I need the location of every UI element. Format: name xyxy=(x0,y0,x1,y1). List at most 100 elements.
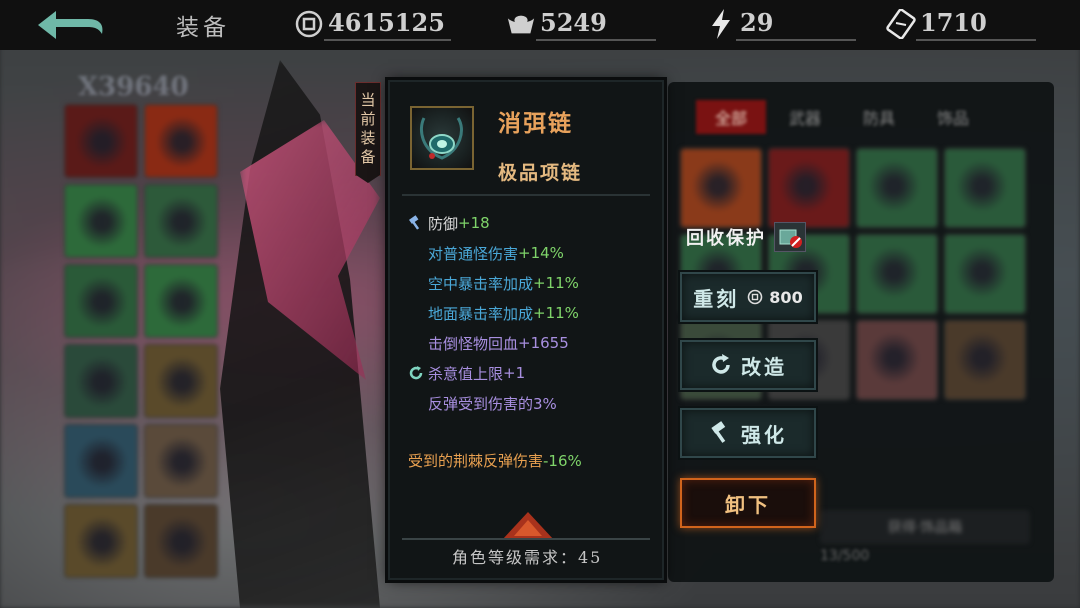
reforge-label: 重刻 xyxy=(693,286,740,311)
recycle-protect: 回收保护 xyxy=(686,222,806,252)
ingot-icon xyxy=(506,9,536,39)
necklace-icon xyxy=(410,106,474,170)
item-slot[interactable] xyxy=(944,320,1026,400)
lightning-icon xyxy=(706,9,736,39)
stat-row: 防御 +18 xyxy=(406,208,656,238)
inventory-count: X39640 xyxy=(78,72,189,102)
inventory-slot[interactable] xyxy=(64,264,138,338)
item-stats: 防御 +18 对普通怪伤害 +14% 空中暴击率加成 +11% 地面暴击率加成 … xyxy=(406,208,656,418)
level-requirement: 角色等级需求：45 xyxy=(452,548,603,567)
remake-button[interactable]: 改造 xyxy=(680,340,816,390)
stat-value: +11% xyxy=(533,304,579,322)
ingot-resource: 5249 xyxy=(506,6,656,42)
stat-label: 防御 xyxy=(428,214,459,233)
item-slot[interactable] xyxy=(856,148,938,228)
divider xyxy=(402,194,650,196)
reforge-cost: 800 xyxy=(747,287,803,307)
tab-armor[interactable]: 防具 xyxy=(844,100,914,134)
inventory-slot[interactable] xyxy=(144,504,218,578)
get-accessory-box-button[interactable]: 获得·饰品箱 xyxy=(820,510,1030,544)
special-effect: 受到的荆棘反弹伤害-16% xyxy=(408,450,582,471)
item-slot[interactable] xyxy=(944,234,1026,314)
recycle-protect-toggle[interactable] xyxy=(774,222,806,252)
inventory-tabs: 全部 武器 防具 饰品 xyxy=(696,100,988,134)
tag-char: 当 xyxy=(360,91,376,109)
inventory-grid xyxy=(64,104,224,578)
inventory-slot[interactable] xyxy=(144,104,218,178)
back-arrow-icon xyxy=(38,11,103,39)
stat-row: 击倒怪物回血 +1655 xyxy=(406,328,656,358)
reforge-button[interactable]: 重刻 800 xyxy=(680,272,816,322)
inventory-slot[interactable] xyxy=(64,504,138,578)
back-button[interactable] xyxy=(30,6,110,44)
inventory-slot[interactable] xyxy=(64,184,138,258)
energy-value: 29 xyxy=(736,8,856,41)
stat-value: +18 xyxy=(458,214,490,232)
refresh-icon xyxy=(406,363,426,383)
remake-label: 改造 xyxy=(741,354,787,379)
stat-row: 空中暴击率加成 +11% xyxy=(406,268,656,298)
stat-label: 反弹受到伤害的3% xyxy=(428,394,557,413)
stat-value: +14% xyxy=(518,244,564,262)
tab-weapon[interactable]: 武器 xyxy=(770,100,840,134)
stat-row: 反弹受到伤害的3% xyxy=(406,388,656,418)
item-detail-card: 消弭链 极品项链 防御 +18 对普通怪伤害 +14% 空中暴击率加成 +11%… xyxy=(388,80,664,580)
coin-resource: 4615125 xyxy=(294,6,451,42)
tag-char: 备 xyxy=(360,148,376,166)
unequip-label: 卸下 xyxy=(725,492,771,517)
stat-value: +1655 xyxy=(518,334,569,352)
ticket-resource: 1710 xyxy=(886,6,1036,42)
stat-label: 空中暴击率加成 xyxy=(428,274,534,293)
unequip-button[interactable]: 卸下 xyxy=(680,478,816,528)
item-slot[interactable] xyxy=(768,148,850,228)
item-slot[interactable] xyxy=(944,148,1026,228)
divider xyxy=(402,538,650,540)
enhance-label: 强化 xyxy=(741,422,787,447)
tag-char: 装 xyxy=(360,129,376,147)
coin-icon xyxy=(747,289,763,304)
hammer-icon xyxy=(709,421,733,445)
special-value: -16% xyxy=(543,452,582,470)
stat-label: 地面暴击率加成 xyxy=(428,304,534,323)
ticket-icon xyxy=(886,9,916,39)
inventory-slot[interactable] xyxy=(64,424,138,498)
stat-label: 对普通怪伤害 xyxy=(428,244,519,263)
inventory-capacity: 13/500 xyxy=(820,548,870,564)
inventory-slot[interactable] xyxy=(144,344,218,418)
inventory-slot[interactable] xyxy=(144,184,218,258)
energy-resource: 29 xyxy=(706,6,856,42)
top-bar: 装备 4615125 5249 29 1710 xyxy=(0,0,1080,50)
current-equipment-tag: 当 前 装 备 xyxy=(355,82,381,183)
inventory-slot[interactable] xyxy=(64,344,138,418)
inventory-slot[interactable] xyxy=(144,424,218,498)
enhance-button[interactable]: 强化 xyxy=(680,408,816,458)
page-title: 装备 xyxy=(176,15,230,41)
stat-label: 杀意值上限 xyxy=(428,364,504,383)
stat-value: +11% xyxy=(533,274,579,292)
stat-label: 击倒怪物回血 xyxy=(428,334,519,353)
stat-row: 对普通怪伤害 +14% xyxy=(406,238,656,268)
recycle-protect-label: 回收保护 xyxy=(686,228,766,249)
special-label: 受到的荆棘反弹伤害 xyxy=(408,452,544,470)
coin-value: 4615125 xyxy=(324,8,451,41)
refresh-icon xyxy=(709,353,733,377)
reforge-cost-value: 800 xyxy=(769,287,803,307)
tab-all[interactable]: 全部 xyxy=(696,100,766,134)
coin-icon xyxy=(294,9,324,39)
ingot-value: 5249 xyxy=(536,8,656,41)
ticket-value: 1710 xyxy=(916,8,1036,41)
inventory-slot[interactable] xyxy=(64,104,138,178)
stat-value: +1 xyxy=(503,364,526,382)
inventory-slot[interactable] xyxy=(144,264,218,338)
protect-box-icon xyxy=(779,229,802,248)
stat-row: 地面暴击率加成 +11% xyxy=(406,298,656,328)
hammer-icon xyxy=(406,213,426,233)
stat-row: 杀意值上限 +1 xyxy=(406,358,656,388)
item-name: 消弭链 xyxy=(498,110,573,137)
item-slot[interactable] xyxy=(856,320,938,400)
item-slot[interactable] xyxy=(856,234,938,314)
tag-char: 前 xyxy=(360,110,376,128)
item-quality-type: 极品项链 xyxy=(498,162,583,184)
item-slot[interactable] xyxy=(680,148,762,228)
tab-accessory[interactable]: 饰品 xyxy=(918,100,988,134)
